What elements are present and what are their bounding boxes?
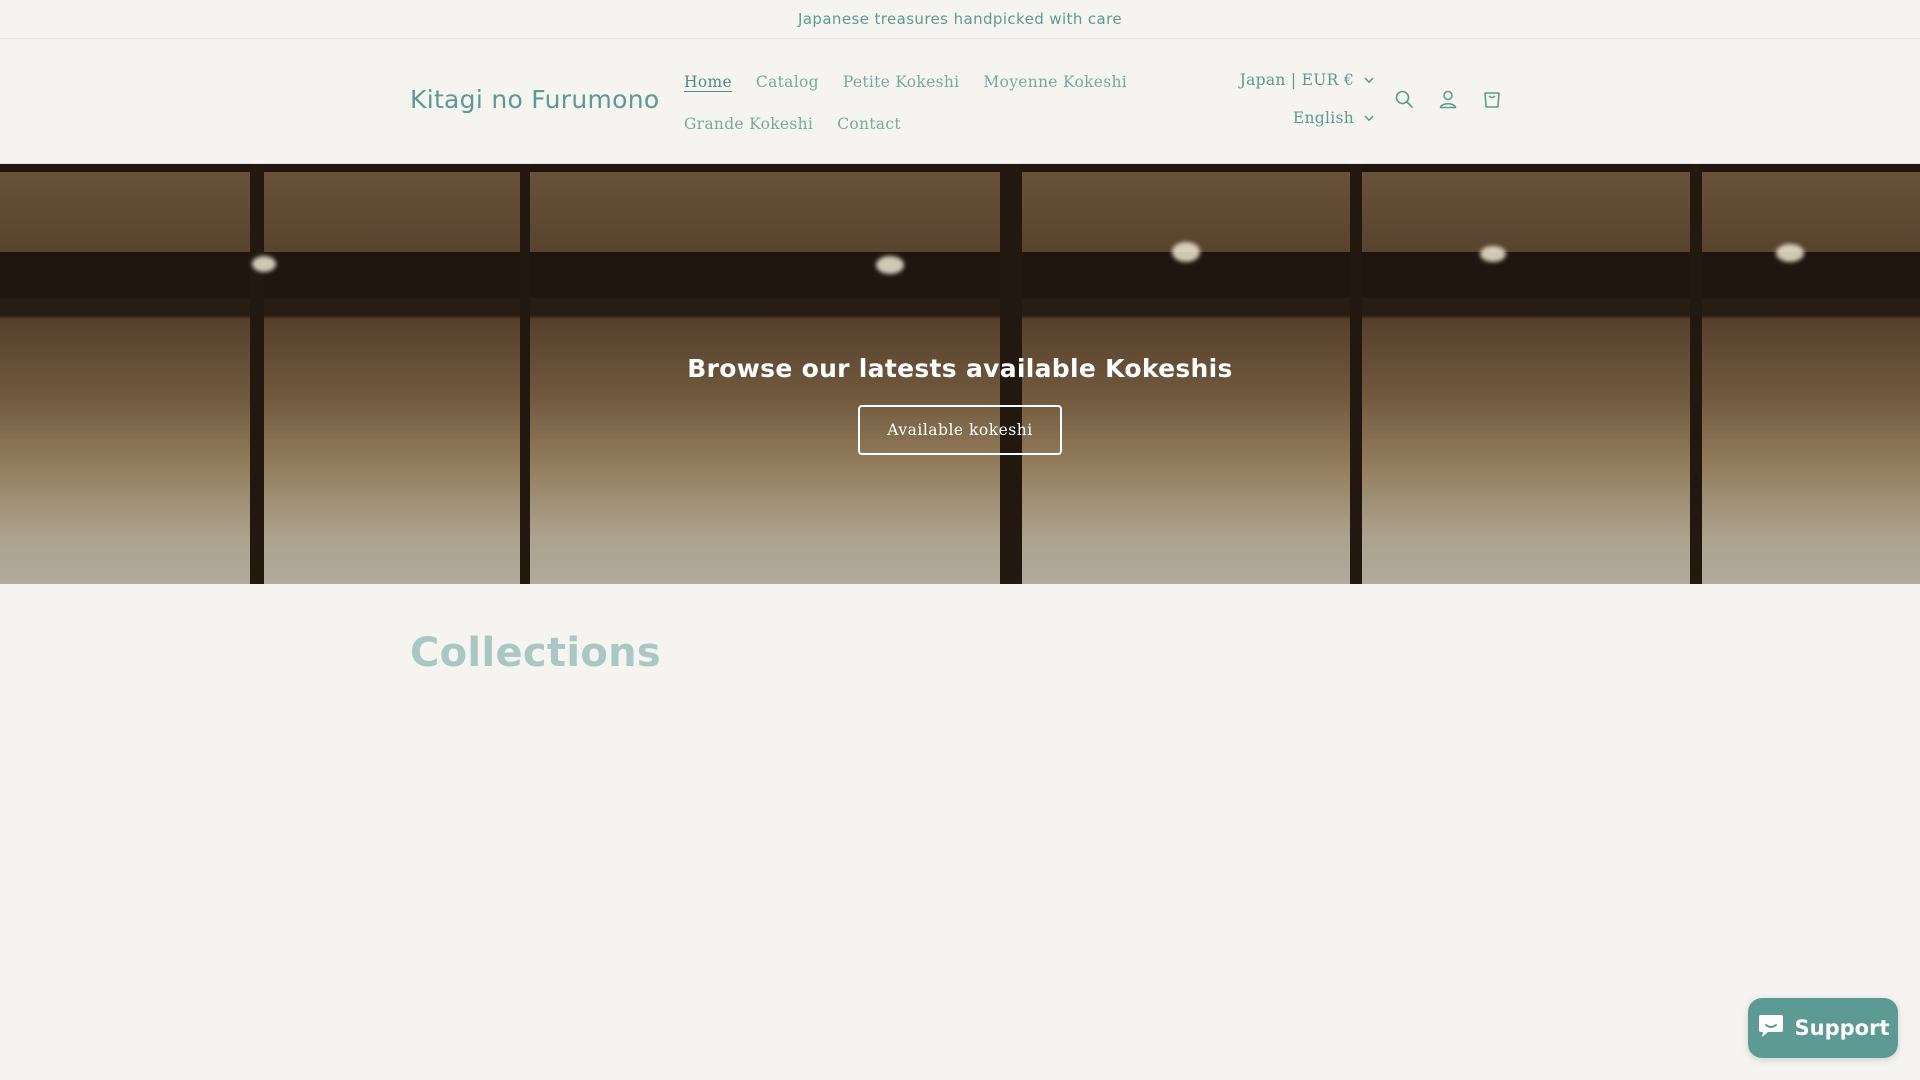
- search-icon: [1394, 89, 1414, 113]
- main-nav: Home Catalog Petite Kokeshi Moyenne Koke…: [672, 61, 1127, 145]
- country-selector-label: Japan | EUR €: [1239, 71, 1354, 89]
- chevron-down-icon: [1364, 77, 1374, 84]
- language-selector[interactable]: English: [1293, 109, 1374, 127]
- language-selector-label: English: [1292, 109, 1354, 127]
- account-icon: [1438, 89, 1458, 113]
- nav-item-moyenne-kokeshi[interactable]: Moyenne Kokeshi: [971, 73, 1139, 91]
- chevron-down-icon: [1364, 115, 1374, 122]
- cart-button[interactable]: [1472, 81, 1512, 121]
- search-button[interactable]: [1384, 81, 1424, 121]
- cart-icon: [1482, 89, 1502, 113]
- nav-item-catalog[interactable]: Catalog: [744, 73, 831, 91]
- hero-title: Browse our latests available Kokeshis: [687, 353, 1233, 383]
- chat-icon: [1757, 1013, 1785, 1044]
- available-kokeshi-button[interactable]: Available kokeshi: [858, 404, 1062, 455]
- nav-item-grande-kokeshi[interactable]: Grande Kokeshi: [672, 115, 825, 133]
- hero-content: Browse our latests available Kokeshis Av…: [0, 164, 1920, 584]
- support-label: Support: [1794, 1016, 1890, 1040]
- nav-item-petite-kokeshi[interactable]: Petite Kokeshi: [831, 73, 972, 91]
- nav-item-contact[interactable]: Contact: [825, 115, 913, 133]
- site-logo[interactable]: Kitagi no Furumono: [410, 85, 659, 114]
- support-chat-button[interactable]: Support: [1748, 998, 1898, 1058]
- account-button[interactable]: [1428, 81, 1468, 121]
- nav-item-home[interactable]: Home: [672, 73, 744, 91]
- announcement-text: Japanese treasures handpicked with care: [797, 10, 1122, 28]
- country-selector[interactable]: Japan | EUR €: [1240, 71, 1374, 89]
- announcement-bar: Japanese treasures handpicked with care: [0, 0, 1920, 39]
- hero-banner: Browse our latests available Kokeshis Av…: [0, 164, 1920, 584]
- site-header: Kitagi no Furumono Home Catalog Petite K…: [0, 39, 1920, 164]
- collections-heading: Collections: [410, 630, 661, 676]
